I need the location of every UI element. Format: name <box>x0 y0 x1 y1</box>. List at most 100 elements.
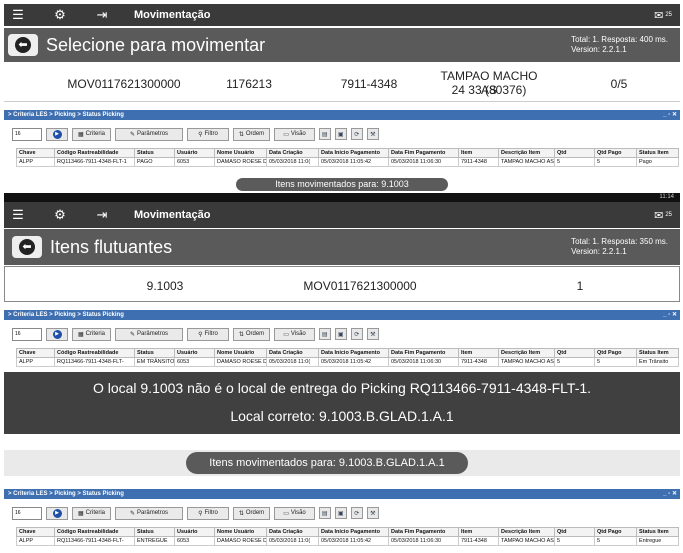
column-header[interactable]: Data Início Pagamento <box>318 148 389 158</box>
column-header[interactable]: Qtd Pago <box>594 527 637 537</box>
refresh-icon[interactable]: ⟳ <box>350 128 363 140</box>
visao-button[interactable]: ▭ Visão <box>274 327 315 341</box>
table-row[interactable]: ALPP RQ113466-7911-4348-FLT- EM TRÂNSITO 60… <box>16 357 679 367</box>
gear-icon[interactable]: ⚙ <box>46 202 74 228</box>
error-message: O local 9.1003 não é o local de entrega … <box>4 372 680 434</box>
column-header[interactable]: Qtd Pago <box>594 148 637 158</box>
run-button[interactable]: ▶ <box>46 127 68 141</box>
column-header[interactable]: Status Item <box>636 527 679 537</box>
table-row[interactable]: ALPP RQ113466-7911-4348-FLT- ENTREGUE 6053 D… <box>16 536 679 546</box>
column-header[interactable]: Descrição Item <box>498 527 555 537</box>
column-header[interactable]: Qtd <box>554 527 595 537</box>
notifications[interactable]: ✉ 25 <box>654 9 672 22</box>
play-icon: ▶ <box>52 129 62 139</box>
filtro-button[interactable]: ⚲ Filtro <box>187 327 229 341</box>
table-cell: 05/03/2018 11:05:42 <box>318 357 389 367</box>
gear-icon[interactable]: ⚙ <box>46 4 74 26</box>
refresh-icon[interactable]: ⟳ <box>350 507 363 519</box>
table-row[interactable]: ALPP RQ113466-7911-4348-FLT-1 PAGO 6053 DAMA… <box>16 157 679 167</box>
column-header[interactable]: Chave <box>16 348 55 358</box>
column-header[interactable]: Qtd Pago <box>594 348 637 358</box>
page-size-spinner[interactable]: 16 <box>12 327 42 341</box>
save-icon[interactable]: ▣ <box>334 507 347 519</box>
column-header[interactable]: Data Início Pagamento <box>318 527 389 537</box>
tools-icon[interactable]: ⚒ <box>366 507 379 519</box>
visao-button[interactable]: ▭ Visão <box>274 127 315 141</box>
table-cell: ENTREGUE <box>134 536 175 546</box>
response-total: Total: 1. Resposta: 350 ms. <box>571 237 668 246</box>
filtro-button[interactable]: ⚲ Filtro <box>187 506 229 520</box>
menu-icon[interactable]: ☰ <box>4 202 32 228</box>
column-header[interactable]: Status <box>134 527 175 537</box>
table-cell: 05/03/2018 11:0( <box>266 157 319 167</box>
column-header[interactable]: Descrição Item <box>498 148 555 158</box>
refresh-icon[interactable]: ⟳ <box>350 328 363 340</box>
column-header[interactable]: Descrição Item <box>498 348 555 358</box>
error-line-1: O local 9.1003 não é o local de entrega … <box>92 380 592 396</box>
filtro-button[interactable]: ⚲ Filtro <box>187 127 229 141</box>
column-header[interactable]: Status Item <box>636 148 679 158</box>
export-icon[interactable]: ▤ <box>318 128 331 140</box>
page-size-spinner[interactable]: 16 <box>12 506 42 520</box>
column-header[interactable]: Código Rastreabilidade <box>54 527 135 537</box>
visao-button[interactable]: ▭ Visão <box>274 506 315 520</box>
column-header[interactable]: Data Fim Pagamento <box>388 348 459 358</box>
tools-icon[interactable]: ⚒ <box>366 128 379 140</box>
ordem-button[interactable]: ⇅ Ordem <box>232 127 271 141</box>
exit-icon[interactable]: ⇥ <box>88 4 116 26</box>
column-header[interactable]: Status Item <box>636 348 679 358</box>
exit-icon[interactable]: ⇥ <box>88 202 116 228</box>
column-header[interactable]: Qtd <box>554 348 595 358</box>
filtro-label: Filtro <box>204 131 218 137</box>
column-header[interactable]: Data Criação <box>266 148 319 158</box>
column-header[interactable]: Item <box>458 527 499 537</box>
ordem-button[interactable]: ⇅ Ordem <box>232 506 271 520</box>
column-header[interactable]: Usuário <box>174 527 215 537</box>
column-header[interactable]: Chave <box>16 527 55 537</box>
criteria-button[interactable]: ▦ Criteria <box>72 327 112 341</box>
ordem-button[interactable]: ⇅ Ordem <box>232 327 271 341</box>
list-item[interactable]: 9.1003 MOV0117621300000 1 <box>4 266 680 302</box>
parametros-button[interactable]: ✎ Parâmetros <box>115 127 184 141</box>
column-header[interactable]: Nome Usuário <box>214 348 267 358</box>
column-header[interactable]: Data Criação <box>266 348 319 358</box>
column-header[interactable]: Qtd <box>554 148 595 158</box>
column-header[interactable]: Item <box>458 348 499 358</box>
window-controls[interactable]: _ ▫ ✕ <box>663 110 677 120</box>
parametros-button[interactable]: ✎ Parâmetros <box>115 506 184 520</box>
window-controls[interactable]: _ ▫ ✕ <box>663 310 677 320</box>
column-header[interactable]: Data Fim Pagamento <box>388 527 459 537</box>
column-header[interactable]: Data Fim Pagamento <box>388 148 459 158</box>
column-header[interactable]: Usuário <box>174 348 215 358</box>
column-header[interactable]: Data Início Pagamento <box>318 348 389 358</box>
table-cell: 05/03/2018 11:06:30 <box>388 536 459 546</box>
criteria-button[interactable]: ▦ Criteria <box>72 127 112 141</box>
table-cell: 05/03/2018 11:05:42 <box>318 157 389 167</box>
column-header[interactable]: Data Criação <box>266 527 319 537</box>
menu-icon[interactable]: ☰ <box>4 4 32 26</box>
tools-icon[interactable]: ⚒ <box>366 328 379 340</box>
column-header[interactable]: Usuário <box>174 148 215 158</box>
save-icon[interactable]: ▣ <box>334 128 347 140</box>
column-header[interactable]: Status <box>134 348 175 358</box>
save-icon[interactable]: ▣ <box>334 328 347 340</box>
column-header[interactable]: Chave <box>16 148 55 158</box>
run-button[interactable]: ▶ <box>46 327 68 341</box>
list-item[interactable]: MOV0117621300000 1176213 7911-4348 TAMPA… <box>4 64 680 102</box>
column-header[interactable]: Nome Usuário <box>214 148 267 158</box>
parametros-button[interactable]: ✎ Parâmetros <box>115 327 184 341</box>
column-header[interactable]: Código Rastreabilidade <box>54 348 135 358</box>
back-button[interactable]: ⬅ <box>12 236 42 258</box>
back-button[interactable]: ⬅ <box>8 34 38 56</box>
export-icon[interactable]: ▤ <box>318 328 331 340</box>
column-header[interactable]: Item <box>458 148 499 158</box>
criteria-button[interactable]: ▦ Criteria <box>72 506 112 520</box>
notifications[interactable]: ✉ 25 <box>654 209 672 222</box>
column-header[interactable]: Status <box>134 148 175 158</box>
page-size-spinner[interactable]: 16 <box>12 127 42 141</box>
run-button[interactable]: ▶ <box>46 506 68 520</box>
window-controls[interactable]: _ ▫ ✕ <box>663 489 677 499</box>
export-icon[interactable]: ▤ <box>318 507 331 519</box>
column-header[interactable]: Código Rastreabilidade <box>54 148 135 158</box>
column-header[interactable]: Nome Usuário <box>214 527 267 537</box>
